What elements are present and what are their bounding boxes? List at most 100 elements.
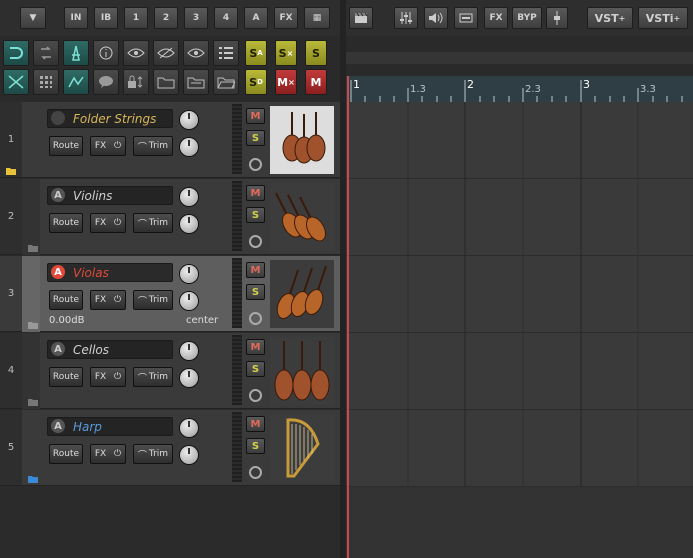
mute-button[interactable]: M [246, 108, 265, 124]
mute-button[interactable]: M [246, 185, 265, 201]
tab-3[interactable]: 3 [184, 7, 208, 29]
pan-knob[interactable] [180, 446, 198, 464]
phase-icon[interactable] [249, 312, 262, 325]
vst-button[interactable]: VST + [587, 7, 633, 29]
folder-open-icon[interactable] [213, 69, 239, 95]
phase-icon[interactable] [249, 466, 262, 479]
trim-button[interactable]: ⌒ Trim [133, 213, 173, 233]
pan-knob[interactable] [180, 215, 198, 233]
track-2[interactable]: 2 A Violins Route FX ⏻ ⌒ Trim M S [0, 179, 340, 255]
comment-icon[interactable] [93, 69, 119, 95]
folder-multi-icon[interactable] [183, 69, 209, 95]
mute-button[interactable]: M [246, 262, 265, 278]
route-button[interactable]: Route [49, 290, 83, 310]
volume-knob[interactable] [180, 188, 198, 206]
solo-a-button[interactable]: SA [245, 40, 267, 66]
ripple-icon[interactable] [3, 40, 29, 66]
solo-button[interactable]: S [305, 40, 327, 66]
record-arm-button[interactable]: A [51, 188, 65, 202]
solo-button[interactable]: S [246, 361, 265, 377]
route-button[interactable]: Route [49, 367, 83, 387]
solo-button[interactable]: S [246, 284, 265, 300]
mute-button[interactable]: M [305, 69, 327, 95]
track-name-box[interactable]: A Harp [47, 417, 173, 436]
track-1[interactable]: 1 Folder Strings Route FX ⏻ ⌒ Trim M S [0, 102, 340, 178]
unsolo-all-button[interactable]: S × [275, 40, 297, 66]
loop-icon[interactable] [33, 40, 59, 66]
record-arm-button[interactable] [51, 111, 65, 125]
volume-knob[interactable] [180, 111, 198, 129]
envelope-link-icon[interactable] [63, 69, 89, 95]
eye-icon[interactable] [123, 40, 149, 66]
solo-button[interactable]: S [246, 438, 265, 454]
fx-button[interactable]: FX ⏻ [90, 367, 126, 387]
track-4[interactable]: 4 A Cellos Route FX ⏻ ⌒ Trim M S [0, 333, 340, 409]
track-name-box[interactable]: Folder Strings [47, 109, 173, 128]
fx-button[interactable]: FX ⏻ [90, 136, 126, 156]
fx-button[interactable]: FX ⏻ [90, 213, 126, 233]
phase-icon[interactable] [249, 158, 262, 171]
fx-button[interactable]: FX [484, 7, 508, 29]
slider-icon[interactable] [546, 7, 568, 29]
folder-icon[interactable] [153, 69, 179, 95]
mute-button[interactable]: M [246, 416, 265, 432]
route-button[interactable]: Route [49, 213, 83, 233]
tab-4[interactable]: 4 [214, 7, 238, 29]
metronome-icon[interactable] [63, 40, 89, 66]
lock-icon[interactable] [123, 69, 149, 95]
pan-knob[interactable] [180, 292, 198, 310]
solo-button[interactable]: S [246, 130, 265, 146]
tcp-divider[interactable] [340, 0, 346, 558]
track-name-box[interactable]: A Violins [47, 186, 173, 205]
mixer-icon[interactable] [394, 7, 418, 29]
pan-knob[interactable] [180, 138, 198, 156]
solo-button[interactable]: S [246, 207, 265, 223]
trim-button[interactable]: ⌒ Trim [133, 136, 173, 156]
vsti-button[interactable]: VSTi + [638, 7, 688, 29]
trim-button[interactable]: ⌒ Trim [133, 290, 173, 310]
pan-knob[interactable] [180, 369, 198, 387]
fx-window-icon[interactable] [454, 7, 478, 29]
track-name-box[interactable]: A Cellos [47, 340, 173, 359]
timeline-ruler[interactable]: 1 1.3 2 2.3 3 3.3 [346, 76, 693, 102]
fx-button[interactable]: FX ⏻ [90, 444, 126, 464]
tab-2[interactable]: 2 [154, 7, 178, 29]
crossfade-icon[interactable] [3, 69, 29, 95]
record-arm-button[interactable]: A [51, 419, 65, 433]
info-icon[interactable] [93, 40, 119, 66]
arrange-view[interactable] [346, 102, 693, 558]
track-menu-button[interactable]: ▼ [20, 7, 46, 29]
tab-fx[interactable]: FX [274, 7, 298, 29]
eye-all-icon[interactable] [183, 40, 209, 66]
trim-button[interactable]: ⌒ Trim [133, 444, 173, 464]
record-arm-button[interactable]: A [51, 342, 65, 356]
volume-knob[interactable] [180, 265, 198, 283]
mute-button[interactable]: M [246, 339, 265, 355]
track-list-icon[interactable] [213, 40, 239, 66]
unmute-all-button[interactable]: M × [275, 69, 297, 95]
volume-knob[interactable] [180, 342, 198, 360]
grid-icon[interactable] [33, 69, 59, 95]
clapper-icon[interactable] [349, 7, 373, 29]
speaker-icon[interactable] [424, 7, 448, 29]
phase-icon[interactable] [249, 235, 262, 248]
solo-defeat-button[interactable]: SD [245, 69, 267, 95]
tcp-empty-area[interactable] [0, 487, 340, 558]
track-3[interactable]: 3 A Violas Route FX ⏻ ⌒ Trim 0.00dB center… [0, 256, 340, 332]
tab-in[interactable]: IN [64, 7, 88, 29]
bypass-button[interactable]: BYP [512, 7, 542, 29]
route-button[interactable]: Route [49, 444, 83, 464]
volume-knob[interactable] [180, 419, 198, 437]
phase-icon[interactable] [249, 389, 262, 402]
tab-ib[interactable]: IB [94, 7, 118, 29]
route-button[interactable]: Route [49, 136, 83, 156]
eye-hidden-icon[interactable] [153, 40, 179, 66]
tab-a[interactable]: A [244, 7, 268, 29]
track-5[interactable]: 5 A Harp Route FX ⏻ ⌒ Trim M S [0, 410, 340, 486]
record-arm-button[interactable]: A [51, 265, 65, 279]
tab-piano[interactable]: ▦ [304, 7, 330, 29]
track-name-box[interactable]: A Violas [47, 263, 173, 282]
fx-button[interactable]: FX ⏻ [90, 290, 126, 310]
folder-blue-icon[interactable] [28, 476, 38, 483]
trim-button[interactable]: ⌒ Trim [133, 367, 173, 387]
